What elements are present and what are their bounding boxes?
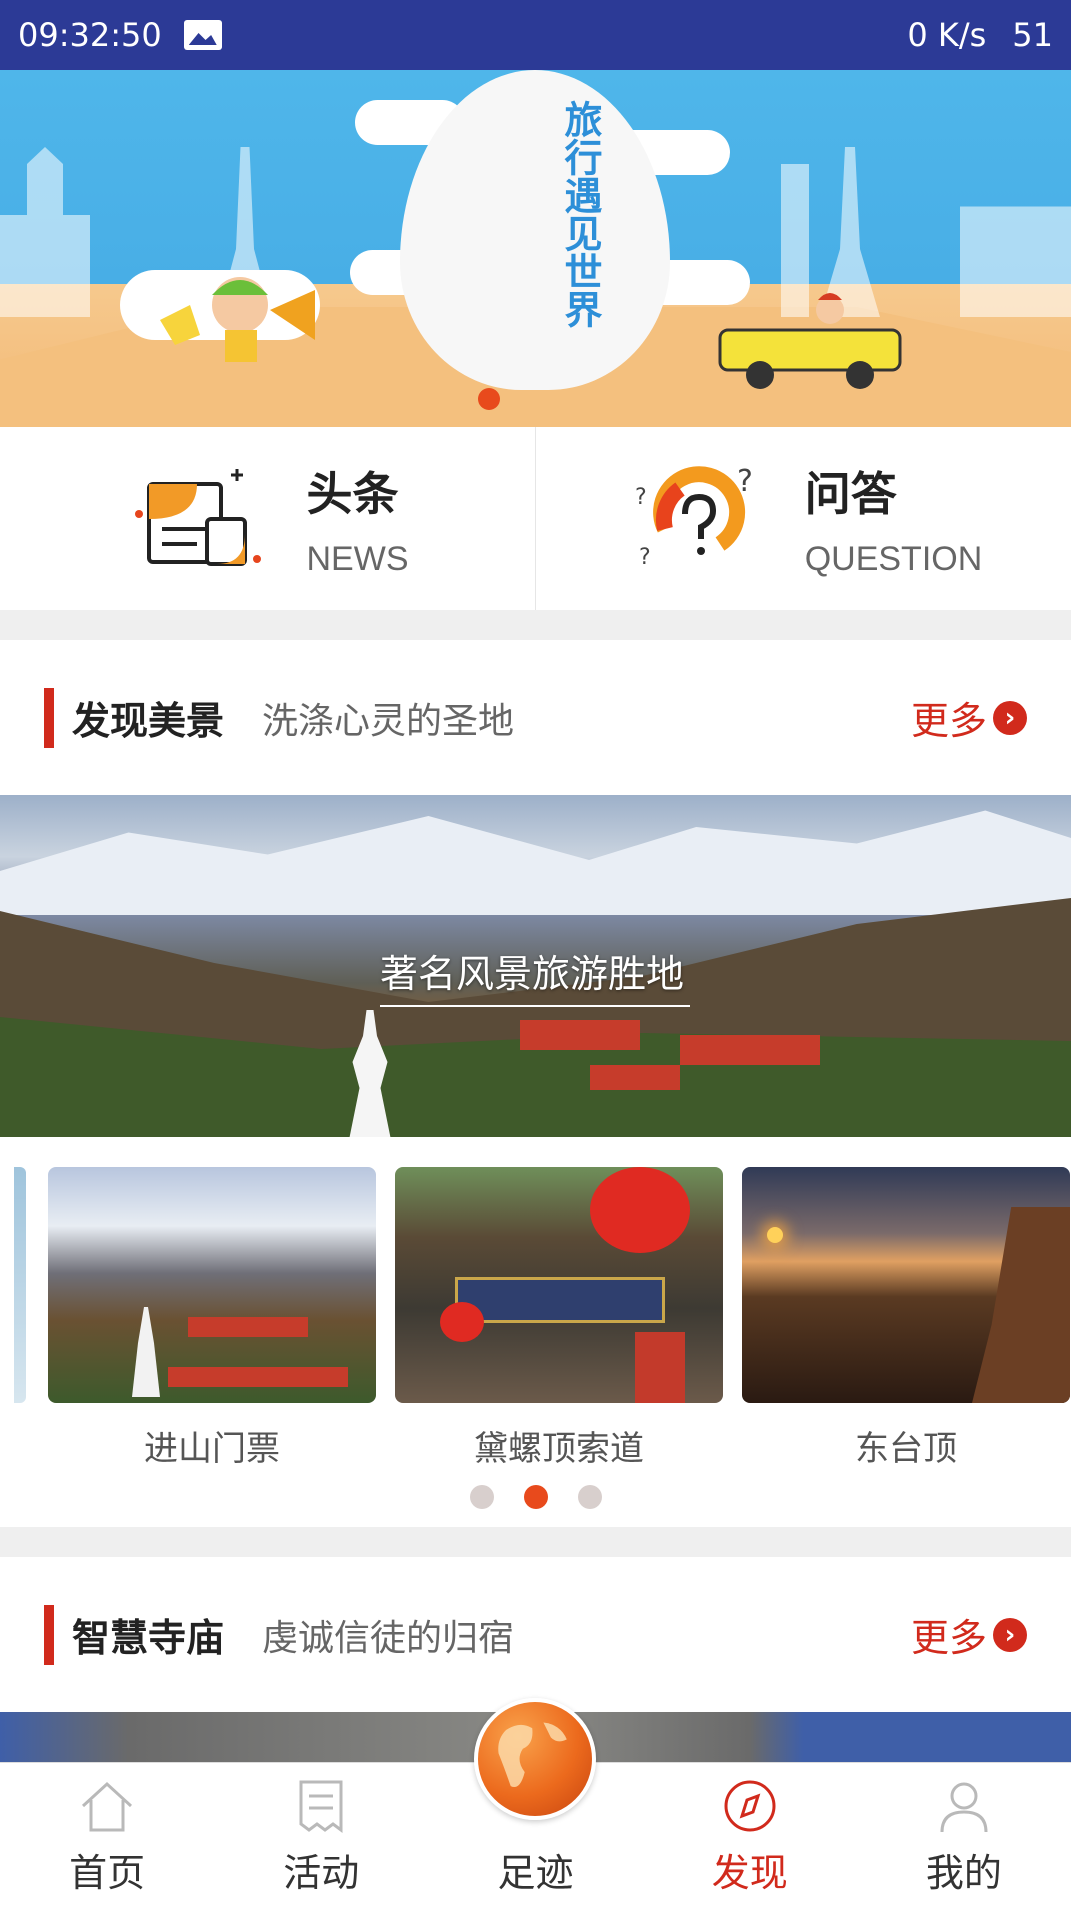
tab-home[interactable]: 首页 — [0, 1763, 214, 1911]
globe-icon — [498, 1722, 567, 1788]
tab-discover-label: 发现 — [711, 1851, 788, 1895]
card-ticket-label: 进山门票 — [144, 1429, 280, 1469]
cartoon-car-illustration — [718, 293, 902, 389]
scenery-title: 发现美景 — [72, 699, 225, 743]
featured-scenery-image[interactable]: 著名风景旅游胜地 — [0, 795, 1071, 1137]
card-ticket-image — [48, 1167, 376, 1403]
qa-title: 问答 — [804, 467, 897, 521]
news-title: 头条 — [306, 467, 399, 521]
tab-footprint-label: 足迹 — [497, 1851, 574, 1895]
svg-text:?: ? — [639, 545, 651, 570]
carousel-indicators — [0, 1485, 1071, 1509]
card-cableway[interactable]: 黛螺顶索道 — [395, 1167, 723, 1470]
section-divider — [0, 610, 1071, 640]
temple-section-header: 智慧寺庙 虔诚信徒的归宿 更多 › — [0, 1557, 1071, 1712]
card-cableway-label: 黛螺顶索道 — [474, 1429, 644, 1469]
red-lantern — [590, 1167, 690, 1253]
battery-level: 51 — [1012, 16, 1053, 54]
news-entry[interactable]: 头条 NEWS — [0, 427, 535, 610]
section-marker — [44, 1604, 54, 1665]
status-time: 09:32:50 — [18, 16, 162, 54]
carousel-dot[interactable] — [577, 1485, 602, 1509]
scenery-section-header: 发现美景 洗涤心灵的圣地 更多 › — [0, 640, 1071, 795]
caption-underline — [380, 1005, 690, 1007]
svg-text:?: ? — [737, 464, 753, 499]
tab-discover[interactable]: 发现 — [643, 1763, 857, 1911]
temple-more-link[interactable]: 更多 › — [911, 1607, 1027, 1662]
skyline-decoration — [0, 147, 90, 317]
hero-caption: 著名风景旅游胜地 — [380, 952, 685, 996]
card-dongtai-image — [742, 1167, 1070, 1403]
qa-entry[interactable]: ? ? ? 问答 QUESTION — [535, 427, 1071, 610]
scenery-carousel[interactable]: 进山门票 黛螺顶索道 东台顶 — [0, 1137, 1071, 1527]
card-ticket[interactable]: 进山门票 — [48, 1167, 376, 1470]
building-decoration — [960, 206, 1071, 317]
tab-profile-label: 我的 — [925, 1851, 1002, 1895]
chevron-right-icon: › — [993, 1617, 1027, 1652]
scenery-more-link[interactable]: 更多 › — [911, 690, 1027, 745]
tab-profile[interactable]: 我的 — [857, 1763, 1071, 1911]
tab-home-label: 首页 — [69, 1851, 146, 1895]
cartoon-kid-illustration — [160, 277, 315, 362]
activity-list-icon — [299, 1780, 343, 1833]
profile-icon — [940, 1782, 988, 1833]
qa-subtitle: QUESTION — [804, 540, 983, 578]
home-icon — [82, 1781, 133, 1832]
banner-indicator-dot — [478, 388, 500, 410]
gallery-notification-icon — [183, 20, 222, 50]
section-divider — [0, 1527, 1071, 1557]
carousel-dot-active[interactable] — [523, 1485, 548, 1509]
news-document-icon — [134, 468, 261, 566]
sunrise — [767, 1227, 783, 1243]
red-lantern — [440, 1302, 484, 1342]
tab-activity[interactable]: 活动 — [214, 1763, 428, 1911]
banner-slogan: 旅行遇见世界 — [558, 100, 602, 328]
news-subtitle: NEWS — [306, 540, 409, 578]
temple-subtitle: 虔诚信徒的归宿 — [262, 1617, 515, 1659]
status-bar: 09:32:50 0 K/s 51 — [0, 0, 1071, 70]
network-speed: 0 K/s — [907, 16, 987, 54]
card-dongtai-label: 东台顶 — [855, 1429, 957, 1469]
svg-text:?: ? — [635, 485, 647, 510]
more-label: 更多 — [910, 1616, 987, 1660]
footprint-globe-button[interactable] — [474, 1698, 596, 1820]
scenery-subtitle: 洗涤心灵的圣地 — [262, 700, 515, 742]
temple-title: 智慧寺庙 — [72, 1616, 225, 1660]
chevron-right-icon: › — [993, 700, 1027, 735]
quick-entries: 头条 NEWS ? ? ? 问答 QUESTION — [0, 427, 1071, 610]
card-dongtai-peak[interactable]: 东台顶 — [742, 1167, 1070, 1470]
question-mark-icon: ? ? ? — [635, 464, 753, 570]
more-label: 更多 — [910, 699, 987, 743]
promo-banner[interactable]: 旅行遇见世界 — [0, 70, 1071, 427]
carousel-dot[interactable] — [469, 1485, 494, 1509]
tab-activity-label: 活动 — [283, 1851, 360, 1895]
previous-card-peek — [14, 1167, 26, 1403]
compass-icon — [724, 1780, 776, 1832]
section-marker — [44, 687, 54, 748]
card-cableway-image — [395, 1167, 723, 1403]
